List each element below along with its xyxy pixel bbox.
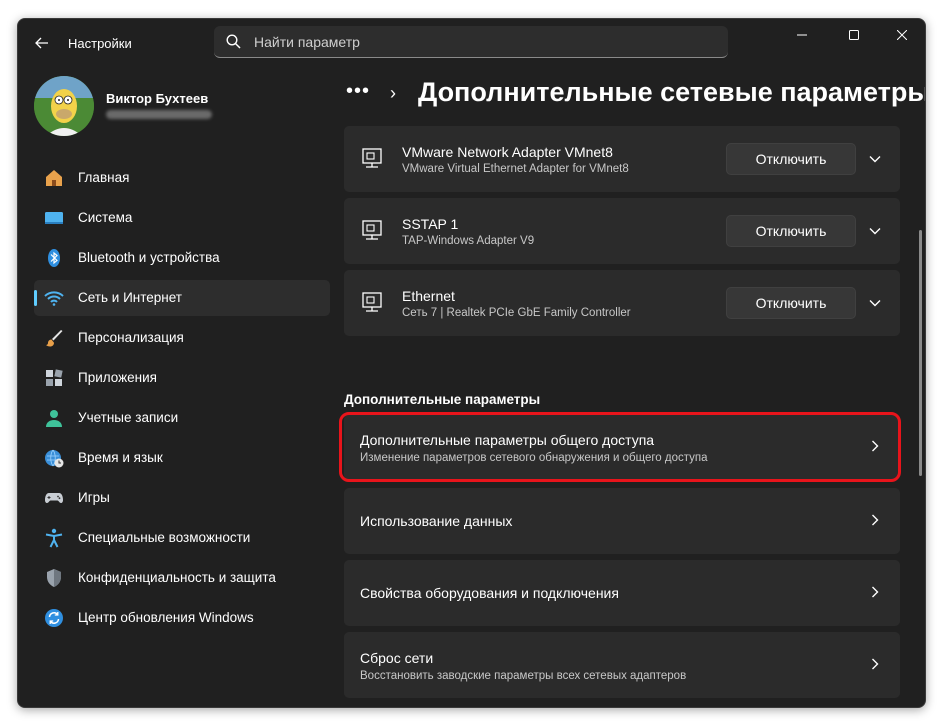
adapter-card: SSTAP 1 TAP-Windows Adapter V9 Отключить	[344, 198, 900, 264]
sidebar-item-apps[interactable]: Приложения	[34, 360, 330, 396]
sidebar-item-personalization[interactable]: Персонализация	[34, 320, 330, 356]
avatar	[34, 76, 94, 136]
user-name: Виктор Бухтеев	[106, 91, 209, 106]
adapter-name: VMware Network Adapter VMnet8	[402, 144, 613, 160]
adapter-description: Сеть 7 | Realtek PCIe GbE Family Control…	[402, 307, 631, 319]
brush-icon	[44, 328, 64, 348]
sidebar-item-gaming[interactable]: Игры	[34, 480, 330, 516]
disable-button[interactable]: Отключить	[726, 287, 856, 319]
back-button[interactable]	[32, 33, 52, 53]
sidebar-item-bluetooth[interactable]: Bluetooth и устройства	[34, 240, 330, 276]
breadcrumb: ••• › Дополнительные сетевые параметры	[346, 77, 925, 117]
sidebar-item-time-language[interactable]: Время и язык	[34, 440, 330, 476]
network-adapter-icon	[360, 147, 384, 176]
user-profile[interactable]: Виктор Бухтеев	[34, 76, 334, 156]
active-indicator	[34, 290, 37, 306]
sidebar-item-label: Учетные записи	[78, 410, 179, 425]
sidebar-item-accounts[interactable]: Учетные записи	[34, 400, 330, 436]
search-input[interactable]: Найти параметр	[214, 26, 728, 58]
link-title: Свойства оборудования и подключения	[360, 585, 619, 601]
chevron-right-icon: ›	[390, 83, 396, 103]
close-icon	[897, 30, 907, 40]
vertical-scrollbar[interactable]	[919, 230, 922, 476]
disable-button[interactable]: Отключить	[726, 215, 856, 247]
title-bar: Настройки Найти параметр	[18, 19, 925, 67]
network-adapter-icon	[360, 219, 384, 248]
data-usage-link[interactable]: Использование данных	[344, 488, 900, 554]
sidebar-item-label: Сеть и Интернет	[78, 290, 182, 305]
adapter-name: Ethernet	[402, 288, 455, 304]
disable-button[interactable]: Отключить	[726, 143, 856, 175]
home-icon	[44, 168, 64, 188]
arrow-left-icon	[35, 37, 48, 49]
chevron-down-icon[interactable]	[868, 296, 882, 315]
sidebar-item-label: Конфиденциальность и защита	[78, 570, 276, 585]
sidebar-item-label: Специальные возможности	[78, 530, 251, 545]
adapter-description: TAP-Windows Adapter V9	[402, 235, 535, 247]
sidebar-nav: Главная Система Bluetooth и устройства С…	[34, 160, 330, 640]
sidebar-item-label: Главная	[78, 170, 130, 185]
sidebar-item-label: Приложения	[78, 370, 157, 385]
sidebar-item-label: Bluetooth и устройства	[78, 250, 220, 265]
link-title: Использование данных	[360, 513, 513, 529]
chevron-right-icon	[868, 585, 882, 604]
user-email-blurred	[106, 110, 212, 119]
sidebar-item-privacy[interactable]: Конфиденциальность и защита	[34, 560, 330, 596]
sidebar-item-system[interactable]: Система	[34, 200, 330, 236]
chevron-down-icon[interactable]	[868, 152, 882, 171]
gamepad-icon	[44, 488, 64, 508]
adapter-name: SSTAP 1	[402, 216, 459, 232]
sidebar-item-label: Время и язык	[78, 450, 163, 465]
breadcrumb-overflow-button[interactable]: •••	[346, 80, 370, 103]
minimize-icon	[797, 34, 807, 36]
system-icon	[44, 208, 64, 228]
adapter-card: Ethernet Сеть 7 | Realtek PCIe GbE Famil…	[344, 270, 900, 336]
adapter-card: VMware Network Adapter VMnet8 VMware Vir…	[344, 126, 900, 192]
search-icon	[226, 34, 241, 54]
highlight-frame	[339, 412, 901, 482]
section-title: Дополнительные параметры	[344, 392, 541, 407]
link-title: Сброс сети	[360, 650, 434, 666]
shield-icon	[44, 568, 64, 588]
maximize-icon	[849, 30, 859, 40]
chevron-right-icon	[868, 513, 882, 532]
app-title: Настройки	[68, 36, 132, 51]
network-adapter-icon	[360, 291, 384, 320]
person-icon	[44, 408, 64, 428]
update-icon	[44, 608, 64, 628]
globe-clock-icon	[44, 448, 64, 468]
sidebar-item-label: Система	[78, 210, 133, 225]
chevron-down-icon[interactable]	[868, 224, 882, 243]
sidebar-item-label: Игры	[78, 490, 110, 505]
apps-icon	[44, 368, 64, 388]
adapter-description: VMware Virtual Ethernet Adapter for VMne…	[402, 163, 629, 175]
maximize-button[interactable]	[831, 19, 877, 51]
chevron-right-icon	[868, 657, 882, 676]
minimize-button[interactable]	[779, 19, 825, 51]
sidebar-item-label: Персонализация	[78, 330, 184, 345]
close-button[interactable]	[879, 19, 925, 51]
accessibility-icon	[44, 528, 64, 548]
link-subtitle: Восстановить заводские параметры всех се…	[360, 670, 687, 682]
bluetooth-icon	[44, 248, 64, 268]
search-placeholder: Найти параметр	[254, 34, 360, 50]
hardware-properties-link[interactable]: Свойства оборудования и подключения	[344, 560, 900, 626]
sidebar-item-windows-update[interactable]: Центр обновления Windows	[34, 600, 330, 636]
network-reset-link[interactable]: Сброс сети Восстановить заводские параме…	[344, 632, 900, 698]
main-content: VMware Network Adapter VMnet8 VMware Vir…	[339, 126, 901, 698]
sidebar-item-network[interactable]: Сеть и Интернет	[34, 280, 330, 316]
page-title: Дополнительные сетевые параметры	[418, 77, 926, 107]
sidebar-item-accessibility[interactable]: Специальные возможности	[34, 520, 330, 556]
sidebar-item-home[interactable]: Главная	[34, 160, 330, 196]
wifi-icon	[44, 288, 64, 308]
sidebar-item-label: Центр обновления Windows	[78, 610, 254, 625]
settings-window: Настройки Найти параметр Виктор Бухтеев …	[17, 18, 926, 708]
